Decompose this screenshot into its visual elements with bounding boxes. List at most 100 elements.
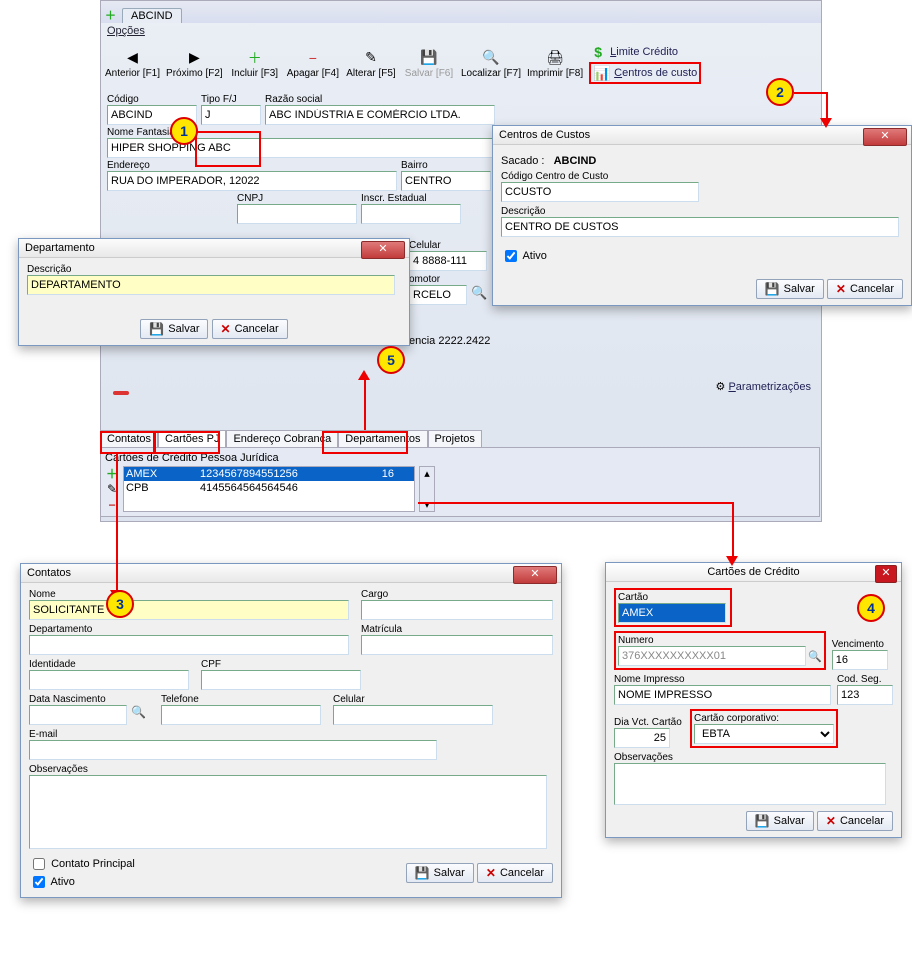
cancelar-button[interactable]: ✕Cancelar (817, 811, 893, 831)
chevron-down-icon[interactable]: ▾ (420, 498, 434, 511)
departamento-dialog: Departamento ✕ Descrição 💾Salvar ✕Cancel… (18, 238, 410, 346)
badge-2: 2 (766, 78, 794, 106)
razao-label: Razão social (265, 94, 495, 105)
incluir-button[interactable]: ＋ Incluir [F3] (229, 49, 281, 79)
opcoes-menu[interactable]: Opções (101, 23, 821, 39)
close-icon[interactable]: ✕ (513, 566, 557, 584)
ativo-label: Ativo (50, 876, 74, 888)
salvar-button: 💾 Salvar [F6] (403, 49, 455, 79)
cancel-icon: ✕ (486, 866, 496, 880)
save-icon: 💾 (755, 814, 770, 828)
diavct-input[interactable] (614, 728, 670, 748)
centros-de-custo-label: Centros de custo (614, 67, 697, 79)
contatos-title: Contatos ✕ (21, 564, 561, 583)
matricula-input[interactable] (361, 635, 553, 655)
close-icon[interactable]: ✕ (875, 565, 897, 583)
lookup-icon[interactable]: 🔍 (808, 650, 822, 663)
table-row[interactable]: CPB 4145564564564546 (124, 481, 414, 495)
cartao-input[interactable] (618, 603, 726, 623)
departamento-input[interactable] (29, 635, 349, 655)
centros-title: Centros de Custos ✕ (493, 126, 911, 145)
lookup-icon[interactable]: 🔍 (131, 705, 146, 725)
cancelar-button[interactable]: ✕Cancelar (827, 279, 903, 299)
centros-de-custo-button[interactable]: 📊 Centros de custo (589, 62, 701, 84)
identidade-input[interactable] (29, 670, 189, 690)
codseg-input[interactable] (837, 685, 893, 705)
collapse-icon[interactable] (113, 391, 129, 395)
razao-input[interactable] (265, 105, 495, 125)
nome-impresso-label: Nome Impresso (614, 674, 831, 685)
badge-4: 4 (857, 594, 885, 622)
table-row[interactable]: AMEX 1234567894551256 16 (124, 467, 414, 481)
email-input[interactable] (29, 740, 437, 760)
cargo-input[interactable] (361, 600, 553, 620)
telefone-input[interactable] (161, 705, 321, 725)
contato-principal-checkbox[interactable] (33, 858, 45, 870)
obs-textarea[interactable] (614, 763, 886, 805)
cards-table[interactable]: AMEX 1234567894551256 16 CPB 41455645645… (123, 466, 415, 512)
descricao-cc-input[interactable] (501, 217, 899, 237)
limite-credito-button[interactable]: $ Limite Crédito (589, 43, 701, 61)
cpf-input[interactable] (201, 670, 361, 690)
nome-input[interactable] (29, 600, 349, 620)
insc-input[interactable] (361, 204, 461, 224)
imprimir-button[interactable]: 🖨 Imprimir [F8] (527, 49, 583, 79)
close-icon[interactable]: ✕ (863, 128, 907, 146)
localizar-button[interactable]: 🔍 Localizar [F7] (461, 49, 521, 79)
salvar-button[interactable]: 💾Salvar (756, 279, 824, 299)
title-label: Contatos (27, 567, 71, 579)
vencimento-input[interactable] (832, 650, 888, 670)
cancelar-button[interactable]: ✕Cancelar (212, 319, 288, 339)
obs-textarea[interactable] (29, 775, 547, 849)
highlight-cartoespj-tab (153, 431, 220, 454)
arrow-head-icon (358, 370, 370, 380)
codigo-cc-input[interactable] (501, 182, 699, 202)
salvar-button[interactable]: 💾Salvar (406, 863, 474, 883)
chart-icon: 📊 (593, 64, 611, 82)
celular-input[interactable] (409, 251, 487, 271)
cpf-label: CPF (201, 659, 361, 670)
cancelar-button[interactable]: ✕Cancelar (477, 863, 553, 883)
bairro-label: Bairro (401, 160, 491, 171)
title-label: Departamento (25, 242, 95, 254)
celular-input[interactable] (333, 705, 493, 725)
close-icon[interactable]: ✕ (361, 241, 405, 259)
cards-panel: Cartões de Crédito Pessoa Jurídica ＋ ✎ −… (100, 448, 820, 517)
search-icon[interactable]: 🔍 (471, 285, 487, 305)
search-icon: 🔍 (482, 49, 500, 67)
alterar-button[interactable]: ✎ Alterar [F5] (345, 49, 397, 79)
parametrizacoes-button[interactable]: ⚙ Parametrizações (716, 380, 811, 393)
anterior-button[interactable]: ◀ Anterior [F1] (105, 49, 160, 79)
apagar-button[interactable]: − Apagar [F4] (287, 49, 339, 79)
bairro-input[interactable] (401, 171, 491, 191)
promotor-input[interactable] (409, 285, 467, 305)
endereco-input[interactable] (107, 171, 397, 191)
cnpj-input[interactable] (237, 204, 357, 224)
highlight-tipofj (195, 131, 261, 167)
nomefant-label: Nome Fantasia (107, 127, 497, 138)
ativo-checkbox[interactable] (33, 876, 45, 888)
cartao-corp-select[interactable]: EBTA (694, 724, 834, 744)
tab-abcind[interactable]: ABCIND (122, 8, 182, 23)
proximo-button[interactable]: ▶ Próximo [F2] (166, 49, 223, 79)
nomefant-input[interactable] (107, 138, 497, 158)
chevron-up-icon[interactable]: ▴ (420, 467, 434, 480)
numero-input[interactable] (618, 646, 806, 666)
limite-credito-label: Limite Crédito (610, 46, 678, 58)
centros-custos-dialog: Centros de Custos ✕ Sacado : ABCIND Códi… (492, 125, 912, 306)
ativo-checkbox[interactable] (505, 250, 517, 262)
salvar-button[interactable]: 💾Salvar (140, 319, 208, 339)
arrow-right-icon: ▶ (185, 49, 203, 67)
salvar-label: Salvar (434, 867, 465, 879)
salvar-button[interactable]: 💾Salvar (746, 811, 814, 831)
departamento-label: Departamento (29, 624, 349, 635)
tipofj-input[interactable] (201, 105, 261, 125)
scrollbar[interactable]: ▴ ▾ (419, 466, 435, 512)
tab-projetos[interactable]: Projetos (428, 430, 482, 447)
descricao-input[interactable] (27, 275, 395, 295)
obs-label: Observações (29, 764, 553, 775)
datanasc-input[interactable] (29, 705, 127, 725)
add-tab-icon[interactable]: ＋ (105, 7, 116, 23)
codseg-label: Cod. Seg. (837, 674, 893, 685)
nome-impresso-input[interactable] (614, 685, 831, 705)
